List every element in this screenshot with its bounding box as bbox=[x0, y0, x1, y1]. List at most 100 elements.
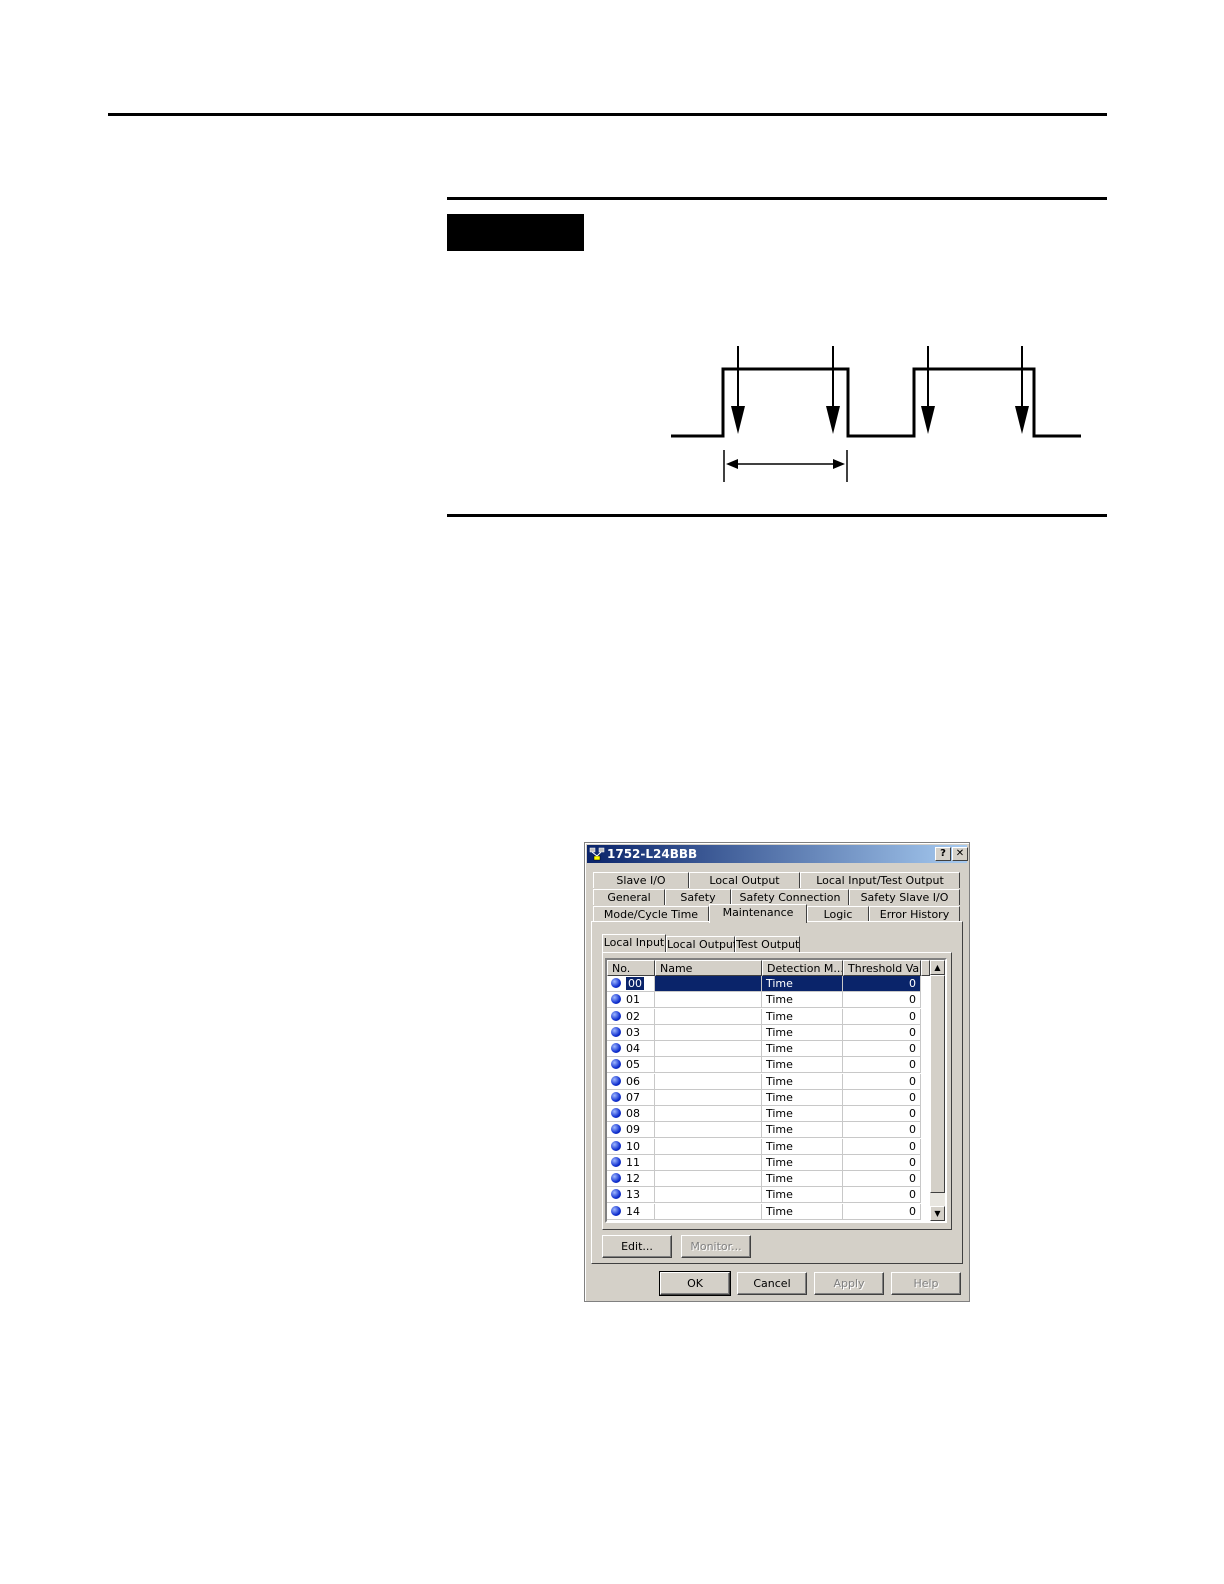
tab-mode-cycle-time[interactable]: Mode/Cycle Time bbox=[593, 906, 709, 922]
cell-name bbox=[655, 1138, 762, 1154]
help-button[interactable]: Help bbox=[891, 1272, 961, 1295]
cell-threshold-value: 0 bbox=[843, 1171, 921, 1186]
tab-error-history[interactable]: Error History bbox=[869, 906, 960, 922]
table-row[interactable]: 05 Time 0 bbox=[607, 1057, 921, 1074]
tab-logic[interactable]: Logic bbox=[807, 906, 869, 922]
cell-no: 03 bbox=[607, 1024, 655, 1040]
cell-detection-mode: Time bbox=[762, 1089, 843, 1105]
table-row[interactable]: 00 Time 0 bbox=[607, 976, 921, 992]
table-row[interactable]: 07 Time 0 bbox=[607, 1089, 921, 1106]
table-row[interactable]: 09 Time 0 bbox=[607, 1122, 921, 1139]
cell-name bbox=[655, 1089, 762, 1105]
table-row[interactable]: 02 Time 0 bbox=[607, 1008, 921, 1025]
subtab-local-output[interactable]: Local Output bbox=[666, 936, 737, 952]
table-row[interactable]: 12 Time 0 bbox=[607, 1171, 921, 1187]
cancel-button[interactable]: Cancel bbox=[737, 1272, 807, 1295]
arrow-up-icon: ▲ bbox=[934, 963, 941, 972]
tab-general[interactable]: General bbox=[593, 889, 665, 905]
input-status-icon bbox=[611, 1091, 621, 1102]
subtab-test-output[interactable]: Test Output bbox=[735, 936, 800, 952]
column-header-name[interactable]: Name bbox=[655, 960, 762, 976]
cell-name bbox=[655, 976, 762, 991]
vertical-scrollbar[interactable]: ▲ ▼ bbox=[930, 960, 945, 1221]
column-header-threshold-value[interactable]: Threshold Va... bbox=[843, 960, 921, 976]
cell-no: 05 bbox=[607, 1057, 655, 1073]
tab-local-output[interactable]: Local Output bbox=[689, 872, 800, 888]
table-row[interactable]: 11 Time 0 bbox=[607, 1154, 921, 1171]
table-row[interactable]: 01 Time 0 bbox=[607, 992, 921, 1009]
tab-maintenance[interactable]: Maintenance bbox=[709, 904, 807, 923]
help-title-button[interactable]: ? bbox=[935, 847, 951, 861]
tab-local-input-test-output[interactable]: Local Input/Test Output bbox=[800, 872, 960, 888]
cell-name bbox=[655, 1073, 762, 1089]
cell-no: 04 bbox=[607, 1041, 655, 1056]
terminal-number: 09 bbox=[626, 1123, 640, 1137]
dimension-arrow-left bbox=[726, 459, 738, 469]
title-bar[interactable]: 1752-L24BBB ? ✕ bbox=[587, 845, 968, 863]
cell-threshold-value: 0 bbox=[843, 1024, 921, 1040]
terminal-number: 01 bbox=[626, 993, 640, 1007]
table-row[interactable]: 06 Time 0 bbox=[607, 1073, 921, 1090]
cell-detection-mode: Time bbox=[762, 1057, 843, 1073]
cell-name bbox=[655, 1106, 762, 1121]
close-icon: ✕ bbox=[955, 848, 965, 859]
cell-no: 10 bbox=[607, 1138, 655, 1154]
apply-button[interactable]: Apply bbox=[814, 1272, 884, 1295]
module-properties-dialog: 1752-L24BBB ? ✕ Slave I/O Local Output L… bbox=[584, 842, 970, 1302]
terminal-number: 10 bbox=[626, 1139, 640, 1153]
input-status-icon bbox=[611, 994, 621, 1005]
sample-arrow bbox=[737, 346, 1023, 410]
close-button[interactable]: ✕ bbox=[952, 847, 968, 861]
arrow-head bbox=[731, 406, 1029, 434]
edit-button[interactable]: Edit... bbox=[602, 1235, 672, 1258]
arrow-down-icon: ▼ bbox=[934, 1209, 941, 1218]
cell-threshold-value: 0 bbox=[843, 1073, 921, 1089]
cell-threshold-value: 0 bbox=[843, 1122, 921, 1138]
subtab-local-input[interactable]: Local Input bbox=[602, 934, 666, 952]
local-input-list[interactable]: No. Name Detection M... Threshold Va... … bbox=[605, 958, 947, 1223]
cell-name bbox=[655, 1041, 762, 1056]
scroll-thumb[interactable] bbox=[930, 975, 945, 1193]
monitor-button[interactable]: Monitor... bbox=[681, 1235, 751, 1258]
note-bottom-rule bbox=[447, 514, 1107, 517]
tab-slave-io[interactable]: Slave I/O bbox=[593, 872, 689, 888]
cell-no: 07 bbox=[607, 1089, 655, 1105]
terminal-number: 04 bbox=[626, 1042, 640, 1055]
table-row[interactable]: 13 Time 0 bbox=[607, 1187, 921, 1204]
cell-threshold-value: 0 bbox=[843, 976, 921, 991]
scroll-up-button[interactable]: ▲ bbox=[930, 960, 945, 975]
ok-button[interactable]: OK bbox=[659, 1271, 731, 1296]
table-row[interactable]: 04 Time 0 bbox=[607, 1041, 921, 1057]
tab-safety-connection[interactable]: Safety Connection bbox=[731, 889, 849, 905]
tab-safety[interactable]: Safety bbox=[665, 889, 731, 905]
terminal-number: 02 bbox=[626, 1009, 640, 1023]
cell-detection-mode: Time bbox=[762, 1171, 843, 1186]
terminal-number: 03 bbox=[626, 1025, 640, 1039]
cell-detection-mode: Time bbox=[762, 1008, 843, 1024]
terminal-number: 08 bbox=[626, 1107, 640, 1120]
input-status-icon bbox=[611, 1075, 621, 1086]
cell-detection-mode: Time bbox=[762, 1203, 843, 1219]
column-header-no[interactable]: No. bbox=[607, 960, 655, 976]
table-row[interactable]: 08 Time 0 bbox=[607, 1106, 921, 1122]
note-label-box bbox=[447, 214, 584, 251]
input-status-icon bbox=[611, 1124, 621, 1135]
scroll-down-button[interactable]: ▼ bbox=[930, 1206, 945, 1221]
cell-name bbox=[655, 1154, 762, 1170]
dialog-title: 1752-L24BBB bbox=[607, 847, 698, 861]
cell-detection-mode: Time bbox=[762, 976, 843, 991]
cell-no: 14 bbox=[607, 1203, 655, 1219]
input-status-icon bbox=[611, 1026, 621, 1037]
input-status-icon bbox=[611, 1173, 621, 1183]
tab-safety-slave-io[interactable]: Safety Slave I/O bbox=[849, 889, 960, 905]
input-status-icon bbox=[611, 978, 621, 988]
input-status-icon bbox=[611, 1059, 621, 1070]
cell-no: 12 bbox=[607, 1171, 655, 1186]
table-row[interactable]: 03 Time 0 bbox=[607, 1024, 921, 1041]
table-row[interactable]: 10 Time 0 bbox=[607, 1138, 921, 1155]
cell-detection-mode: Time bbox=[762, 1138, 843, 1154]
cell-name bbox=[655, 1008, 762, 1024]
pulse-width-dimension bbox=[723, 450, 848, 482]
table-row[interactable]: 14 Time 0 bbox=[607, 1203, 921, 1220]
column-header-detection-mode[interactable]: Detection M... bbox=[762, 960, 843, 976]
